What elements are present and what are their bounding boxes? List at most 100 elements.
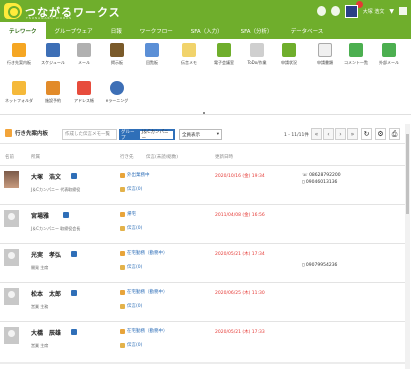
tab-daily-report[interactable]: 日報	[102, 22, 131, 39]
status-link[interactable]: 在宅勤務（勤務中）	[120, 250, 168, 256]
app-memo[interactable]: 伝言メモ	[170, 41, 208, 79]
group-selector[interactable]: グループ J＆Cカンパニー	[119, 129, 175, 141]
scrollbar[interactable]	[405, 124, 410, 369]
person-name[interactable]: 宮場雅	[31, 211, 49, 220]
bulletin-icon	[110, 43, 124, 57]
app-label: 伝言メモ	[181, 60, 197, 65]
filter-select[interactable]: 全員表示 ▾	[179, 129, 222, 140]
user-avatar[interactable]	[344, 4, 358, 18]
memo-text[interactable]: 伝言(0)	[127, 342, 142, 348]
avatar[interactable]	[4, 171, 19, 188]
calendar-icon[interactable]	[71, 251, 77, 257]
avatar[interactable]	[4, 327, 19, 344]
calendar-icon[interactable]	[71, 290, 77, 296]
last-page-button[interactable]: »	[347, 128, 358, 140]
updated-time: 2020/05/21 (木) 17:33	[215, 330, 265, 335]
app-whiteboard[interactable]: 行き先案内板	[0, 41, 38, 79]
memo-icon	[120, 303, 125, 309]
memo-link[interactable]: 伝言(0)	[120, 303, 142, 309]
table-row[interactable]: 光実 孝弘 開発 主席 在宅勤務（勤務中） 伝言(0) 2020/05/21 (…	[0, 243, 405, 281]
meeting-icon	[217, 43, 231, 57]
group-select-value[interactable]: J＆Cカンパニー	[139, 130, 173, 141]
status-text[interactable]: 在宅勤務（勤務中）	[127, 289, 168, 295]
person-name[interactable]: 光実 孝弘	[31, 250, 61, 259]
table-row[interactable]: 宮場雅 J＆Cカンパニー 取締役会長 帰宅 伝言(0) 2011/04/08 (…	[0, 204, 405, 242]
calendar-icon[interactable]	[71, 173, 77, 179]
table-row[interactable]: 大塚 浩文 J＆Cカンパニー 代表取締役 外出業務中 伝言(0) 2020/10…	[0, 165, 405, 203]
memo-link[interactable]: 伝言(0)	[120, 186, 142, 192]
status-text[interactable]: 外出業務中	[127, 172, 150, 178]
next-page-button[interactable]: ›	[335, 128, 346, 140]
scrollbar-thumb[interactable]	[406, 134, 409, 214]
app-circular[interactable]: 回覧板	[133, 41, 171, 79]
address-book-icon	[77, 81, 91, 95]
prev-page-button[interactable]: ‹	[323, 128, 334, 140]
main-tabs: テレワーク グループウェア 日報 ワークフロー SFA（入力） SFA（分析） …	[0, 22, 411, 39]
calendar-icon[interactable]	[63, 212, 69, 218]
status-text[interactable]: 在宅勤務（勤務中）	[127, 250, 168, 256]
print-icon[interactable]: ⎙	[389, 128, 400, 140]
tab-workflow[interactable]: ワークフロー	[131, 22, 182, 39]
tab-groupware[interactable]: グループウェア	[46, 22, 102, 39]
group-label: グループ	[121, 129, 135, 141]
logo-subtitle: TSUNAGARU WORKS	[26, 16, 73, 20]
app-net-folder[interactable]: ネットフォルダ	[0, 79, 38, 117]
memo-text[interactable]: 伝言(0)	[127, 264, 142, 270]
status-link[interactable]: 帰宅	[120, 211, 136, 217]
status-icon	[120, 328, 125, 334]
col-org: 所属	[31, 155, 40, 160]
tab-database[interactable]: データベース	[282, 22, 333, 39]
first-page-button[interactable]: «	[311, 128, 322, 140]
mobile-value: 09079954236	[305, 263, 338, 268]
memo-link[interactable]: 伝言(0)	[120, 342, 142, 348]
person-name[interactable]: 松本 太郎	[31, 289, 61, 298]
person-name[interactable]: 大橋 辰雄	[31, 328, 61, 337]
top-bar: つながるワークス TSUNAGARU WORKS 大塚 浩文 ▼	[0, 0, 411, 22]
memo-text[interactable]: 伝言(0)	[127, 186, 142, 192]
table-row[interactable]: 大橋 辰雄 営業 主席 在宅勤務（勤務中） 伝言(0) 2020/05/21 (…	[0, 321, 405, 359]
status-icon	[120, 211, 125, 217]
memo-link[interactable]: 伝言(0)	[120, 225, 142, 231]
status-text[interactable]: 帰宅	[127, 211, 136, 217]
tab-sfa-input[interactable]: SFA（入力）	[182, 22, 232, 39]
memo-link[interactable]: 伝言(0)	[120, 264, 142, 270]
tab-sfa-analysis[interactable]: SFA（分析）	[232, 22, 282, 39]
updated-time: 2011/04/08 (金) 16:56	[215, 213, 265, 218]
todo-icon	[250, 43, 264, 57]
avatar[interactable]	[4, 288, 19, 305]
person-name[interactable]: 大塚 浩文	[31, 172, 61, 181]
app-external-mail[interactable]: 外部メール	[370, 41, 408, 79]
chevron-down-icon[interactable]: ▼	[389, 8, 394, 15]
mail-icon	[77, 43, 91, 57]
user-name[interactable]: 大塚 浩文	[363, 8, 385, 15]
app-request-status[interactable]: 申請状況	[270, 41, 308, 79]
calendar-icon[interactable]	[71, 329, 77, 335]
notification-icon[interactable]	[330, 6, 340, 16]
person-org: 開発 主席	[31, 265, 49, 270]
memo-icon	[120, 225, 125, 231]
app-elearning[interactable]: eラーニング	[98, 79, 136, 117]
status-text[interactable]: 在宅勤務（勤務中）	[127, 328, 168, 334]
menu-icon[interactable]	[399, 7, 407, 15]
memo-text[interactable]: 伝言(0)	[127, 303, 142, 309]
status-link[interactable]: 外出業務中	[120, 172, 150, 178]
scroll-indicator	[203, 112, 205, 114]
refresh-icon[interactable]: ↻	[361, 128, 372, 140]
table-header: 名前 所属 行き先 伝言(未読/総数) 更新日時	[0, 151, 405, 163]
avatar[interactable]	[4, 210, 19, 227]
chevron-down-icon: ▾	[216, 132, 219, 137]
app-label: 回覧板	[146, 60, 158, 65]
app-bulletin[interactable]: 掲示板	[98, 41, 136, 79]
avatar[interactable]	[4, 249, 19, 266]
pane-title: 行き先案内板	[5, 129, 48, 137]
user-area[interactable]: 大塚 浩文 ▼	[316, 3, 407, 19]
status-link[interactable]: 在宅勤務（勤務中）	[120, 289, 168, 295]
memo-list-button[interactable]: 作成した伝言メモ一覧	[62, 129, 117, 140]
status-link[interactable]: 在宅勤務（勤務中）	[120, 328, 168, 334]
memo-text[interactable]: 伝言(0)	[127, 225, 142, 231]
info-icon[interactable]	[316, 6, 326, 16]
person-org: J＆Cカンパニー 取締役会長	[31, 226, 81, 231]
tab-telework[interactable]: テレワーク	[0, 22, 46, 39]
table-row[interactable]: 松本 太郎 営業 主務 在宅勤務（勤務中） 伝言(0) 2020/06/25 (…	[0, 282, 405, 320]
gear-icon[interactable]: ⚙	[375, 128, 386, 140]
